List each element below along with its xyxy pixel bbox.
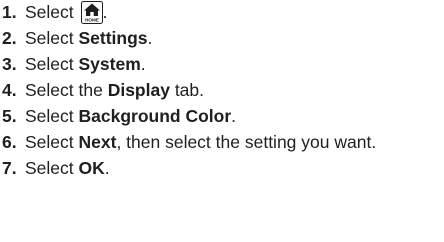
step-text: Select (25, 54, 79, 74)
button-next: Next (78, 132, 117, 152)
step-text: Select (25, 158, 79, 178)
step-5: 5. Select Background Color. (2, 105, 442, 128)
step-text: Select the (25, 80, 108, 100)
step-text-end: . (147, 28, 153, 48)
menu-item-background-color: Background Color (78, 106, 232, 126)
step-number: 1. (2, 2, 17, 22)
step-text-end: . (231, 106, 237, 126)
step-text: Select (25, 28, 79, 48)
step-3: 3. Select System. (2, 53, 442, 76)
step-number: 3. (2, 54, 17, 74)
step-text-end: . (104, 158, 110, 178)
instruction-steps: 1. Select HOME . 2. Select Settings. 3. … (2, 1, 442, 183)
step-text-end: , then select the setting you want. (116, 132, 377, 152)
step-number: 4. (2, 80, 17, 100)
step-2: 2. Select Settings. (2, 27, 442, 50)
tab-display: Display (107, 80, 170, 100)
step-number: 7. (2, 158, 17, 178)
step-4: 4. Select the Display tab. (2, 79, 442, 102)
button-ok: OK (78, 158, 105, 178)
step-1: 1. Select HOME . (2, 1, 442, 24)
step-number: 6. (2, 132, 17, 152)
step-text: Select (25, 106, 79, 126)
step-text-end: . (102, 2, 108, 22)
menu-item-settings: Settings (78, 28, 148, 48)
home-icon-label: HOME (85, 18, 99, 23)
step-text: Select (25, 2, 74, 22)
step-text-end: . (140, 54, 146, 74)
step-6: 6. Select Next, then select the setting … (2, 131, 442, 154)
menu-item-system: System (78, 54, 141, 74)
step-number: 2. (2, 28, 17, 48)
home-icon: HOME (80, 1, 103, 24)
step-text-end: tab. (169, 80, 205, 100)
step-text: Select (25, 132, 79, 152)
step-7: 7. Select OK. (2, 157, 442, 180)
step-number: 5. (2, 106, 17, 126)
